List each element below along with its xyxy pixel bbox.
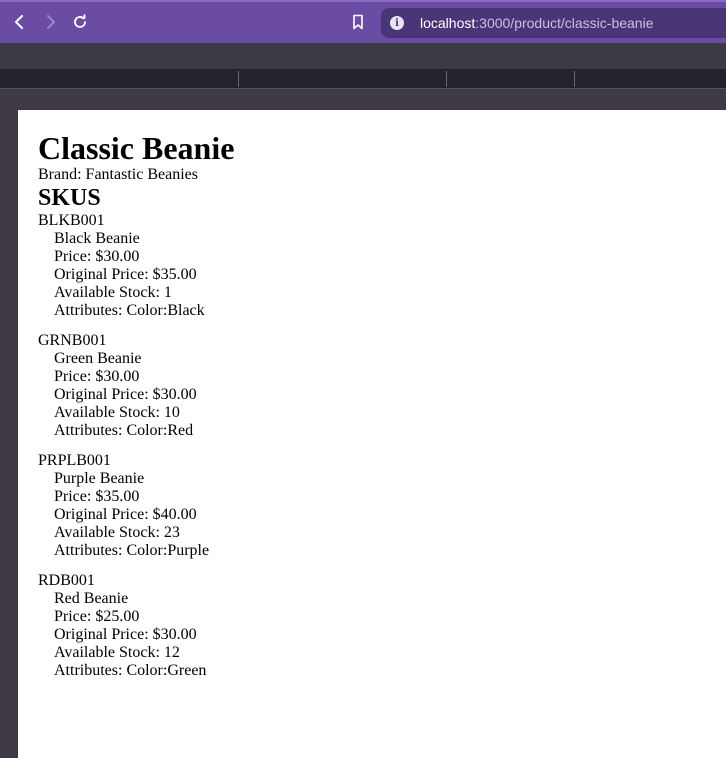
sku-name: Black Beanie bbox=[54, 230, 140, 247]
bookmarks-strip bbox=[0, 43, 726, 69]
sku-original-price: Original Price: $35.00 bbox=[54, 266, 197, 283]
bookmark-button[interactable] bbox=[348, 12, 368, 32]
sku-code: PRPLB001 bbox=[38, 452, 111, 469]
sku-original-price: Original Price: $30.00 bbox=[54, 386, 197, 403]
reload-icon bbox=[74, 14, 86, 28]
browser-toolbar: i localhost:3000/product/classic-beanie bbox=[0, 0, 726, 43]
tab-divider bbox=[446, 71, 447, 87]
sku-details: Purple Beanie Price: $35.00 Original Pri… bbox=[38, 470, 726, 560]
back-button[interactable] bbox=[10, 12, 30, 32]
product-title: Classic Beanie bbox=[38, 130, 235, 166]
sku-code: GRNB001 bbox=[38, 332, 107, 349]
sku-original-price: Original Price: $30.00 bbox=[54, 626, 197, 643]
sku-name: Red Beanie bbox=[54, 590, 129, 607]
sku-stock: Available Stock: 10 bbox=[54, 404, 180, 421]
sku-stock: Available Stock: 12 bbox=[54, 644, 180, 661]
sku-details: Green Beanie Price: $30.00 Original Pric… bbox=[38, 350, 726, 440]
address-bar[interactable]: i localhost:3000/product/classic-beanie bbox=[381, 8, 726, 38]
chevron-right-icon bbox=[47, 15, 55, 29]
sku-attributes: Attributes: Color:Purple bbox=[54, 542, 210, 559]
reload-button[interactable] bbox=[70, 12, 90, 32]
sku-item: GRNB001 Green Beanie Price: $30.00 Origi… bbox=[38, 332, 726, 440]
product-brand: Brand: Fantastic Beanies bbox=[38, 166, 198, 183]
sku-code: RDB001 bbox=[38, 572, 95, 589]
page-content: Classic Beanie Brand: Fantastic Beanies … bbox=[18, 110, 726, 758]
sku-stock: Available Stock: 23 bbox=[54, 524, 180, 541]
sku-price: Price: $25.00 bbox=[54, 608, 140, 625]
sku-attributes: Attributes: Color:Red bbox=[54, 422, 194, 439]
sku-price: Price: $35.00 bbox=[54, 488, 140, 505]
url-text: localhost:3000/product/classic-beanie bbox=[420, 15, 654, 31]
sku-name: Green Beanie bbox=[54, 350, 142, 367]
sku-details: Red Beanie Price: $25.00 Original Price:… bbox=[38, 590, 726, 680]
sku-item: PRPLB001 Purple Beanie Price: $35.00 Ori… bbox=[38, 452, 726, 560]
sku-attributes: Attributes: Color:Green bbox=[54, 662, 207, 679]
url-path: :3000/product/classic-beanie bbox=[475, 15, 654, 31]
bookmark-icon bbox=[353, 14, 363, 30]
sku-price: Price: $30.00 bbox=[54, 248, 140, 265]
sku-name: Purple Beanie bbox=[54, 470, 145, 487]
sku-original-price: Original Price: $40.00 bbox=[54, 506, 197, 523]
sku-stock: Available Stock: 1 bbox=[54, 284, 172, 301]
chevron-left-icon bbox=[15, 15, 23, 29]
info-icon[interactable]: i bbox=[390, 16, 404, 30]
sku-details: Black Beanie Price: $30.00 Original Pric… bbox=[38, 230, 726, 320]
skus-heading: SKUS bbox=[38, 185, 101, 211]
url-host: localhost bbox=[420, 15, 476, 31]
forward-button[interactable] bbox=[40, 12, 60, 32]
tab-divider bbox=[574, 71, 575, 87]
tab-divider bbox=[238, 71, 239, 87]
sku-item: RDB001 Red Beanie Price: $25.00 Original… bbox=[38, 572, 726, 680]
sku-item: BLKB001 Black Beanie Price: $30.00 Origi… bbox=[38, 212, 726, 320]
sku-attributes: Attributes: Color:Black bbox=[54, 302, 205, 319]
sku-price: Price: $30.00 bbox=[54, 368, 140, 385]
devtools-tab-bar bbox=[0, 69, 726, 89]
sku-code: BLKB001 bbox=[38, 212, 105, 229]
